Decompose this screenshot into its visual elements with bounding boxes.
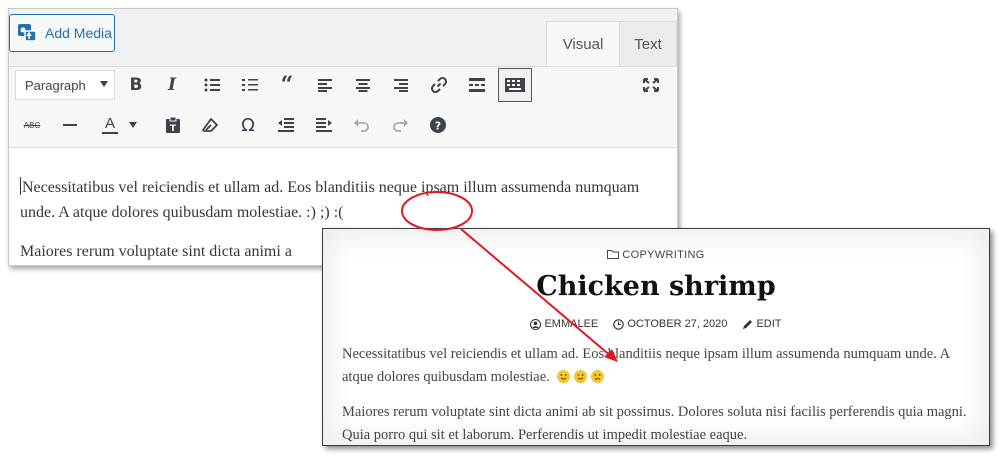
italic-button[interactable]: I xyxy=(157,70,187,100)
read-more-button[interactable] xyxy=(462,70,492,100)
post-paragraph-text: Necessitatibus vel reiciendis et ullam a… xyxy=(342,346,950,385)
chevron-down-icon xyxy=(100,81,108,87)
indent-button[interactable] xyxy=(309,110,339,140)
undo-icon xyxy=(354,119,369,132)
horizontal-line-button[interactable] xyxy=(55,110,85,140)
text-color-icon: A xyxy=(104,114,115,132)
redo-icon xyxy=(393,119,408,132)
help-button[interactable]: ? xyxy=(423,110,453,140)
svg-text:?: ? xyxy=(435,120,441,133)
horizontal-line-icon xyxy=(63,124,77,126)
text-color-swatch xyxy=(102,131,118,134)
text-color-dropdown[interactable] xyxy=(125,110,141,140)
align-right-button[interactable] xyxy=(386,70,416,100)
paste-as-text-button[interactable]: T xyxy=(158,110,188,140)
align-left-icon xyxy=(318,78,332,92)
post-author[interactable]: EMMALEE xyxy=(530,318,598,330)
insert-link-button[interactable] xyxy=(424,70,454,100)
post-date-label: OCTOBER 27, 2020 xyxy=(627,318,728,330)
post-meta: EMMALEE OCTOBER 27, 2020 EDIT xyxy=(323,318,989,333)
align-left-button[interactable] xyxy=(310,70,340,100)
numbered-list-icon xyxy=(242,79,258,91)
read-more-icon xyxy=(469,78,485,92)
post-body: Necessitatibus vel reiciendis et ullam a… xyxy=(342,343,974,445)
slightly-smiling-face-icon xyxy=(557,370,571,383)
numbered-list-button[interactable] xyxy=(235,70,265,100)
bulleted-list-icon xyxy=(204,78,220,92)
blockquote-button[interactable]: “ xyxy=(272,70,302,100)
bulleted-list-button[interactable] xyxy=(197,70,227,100)
post-category-label: COPYWRITING xyxy=(622,249,705,261)
post-edit-link[interactable]: EDIT xyxy=(742,318,782,330)
editor-paragraph: Necessitatibus vel reiciendis et ullam a… xyxy=(20,175,660,225)
paste-as-text-icon: T xyxy=(166,117,180,133)
format-select-value: Paragraph xyxy=(25,77,86,93)
toolbar-toggle-button[interactable] xyxy=(498,68,532,102)
frontend-post-preview: COPYWRITING Chicken shrimp EMMALEE OCTOB… xyxy=(322,228,990,446)
align-center-button[interactable] xyxy=(348,70,378,100)
post-edit-label: EDIT xyxy=(756,318,782,330)
toolbar-toggle-icon xyxy=(505,78,525,92)
clear-formatting-icon xyxy=(202,118,218,132)
strikethrough-icon: ABC xyxy=(23,120,41,130)
add-media-button[interactable]: Add Media xyxy=(9,14,115,52)
redo-button[interactable] xyxy=(385,110,415,140)
fullscreen-button[interactable] xyxy=(636,70,666,100)
tab-visual[interactable]: Visual xyxy=(546,21,620,66)
outdent-button[interactable] xyxy=(271,110,301,140)
undo-button[interactable] xyxy=(347,110,377,140)
align-right-icon xyxy=(394,78,408,92)
post-date[interactable]: OCTOBER 27, 2020 xyxy=(613,318,727,330)
align-center-icon xyxy=(356,78,370,92)
chevron-down-icon xyxy=(129,122,137,128)
pencil-icon xyxy=(743,319,753,329)
editor-toolbar: Paragraph B I “ ABC A T Ω ? xyxy=(9,66,677,148)
strikethrough-button[interactable]: ABC xyxy=(17,110,47,140)
post-category[interactable]: COPYWRITING xyxy=(323,249,989,261)
blockquote-icon: “ xyxy=(280,72,294,98)
clock-icon xyxy=(613,318,625,330)
bold-button[interactable]: B xyxy=(121,70,151,100)
text-color-button[interactable]: A xyxy=(95,110,125,140)
winking-face-icon xyxy=(574,370,588,383)
post-title: Chicken shrimp xyxy=(536,271,776,302)
editor-header: Add Media Visual Text xyxy=(9,9,677,66)
post-paragraph: Maiores rerum voluptate sint dicta animi… xyxy=(342,404,967,443)
post-author-name: EMMALEE xyxy=(544,318,599,330)
outdent-icon xyxy=(278,118,294,132)
special-character-button[interactable]: Ω xyxy=(233,110,263,140)
special-character-icon: Ω xyxy=(241,114,255,136)
format-select[interactable]: Paragraph xyxy=(15,70,115,100)
italic-icon: I xyxy=(168,75,176,95)
tab-text[interactable]: Text xyxy=(620,21,677,66)
bold-icon: B xyxy=(129,75,143,95)
help-icon: ? xyxy=(430,117,446,133)
add-media-icon xyxy=(18,24,37,42)
editor-paragraph-text: Necessitatibus vel reiciendis et ullam a… xyxy=(20,179,640,221)
add-media-label: Add Media xyxy=(45,25,112,41)
folder-icon xyxy=(607,250,620,259)
clear-formatting-button[interactable] xyxy=(195,110,225,140)
user-icon xyxy=(530,318,542,330)
slightly-frowning-face-icon xyxy=(591,370,605,383)
fullscreen-icon xyxy=(643,78,659,92)
post-paragraph: Necessitatibus vel reiciendis et ullam a… xyxy=(342,343,974,389)
indent-icon xyxy=(316,118,332,132)
link-icon xyxy=(430,76,448,94)
svg-text:T: T xyxy=(170,124,177,133)
text-cursor xyxy=(20,177,21,195)
